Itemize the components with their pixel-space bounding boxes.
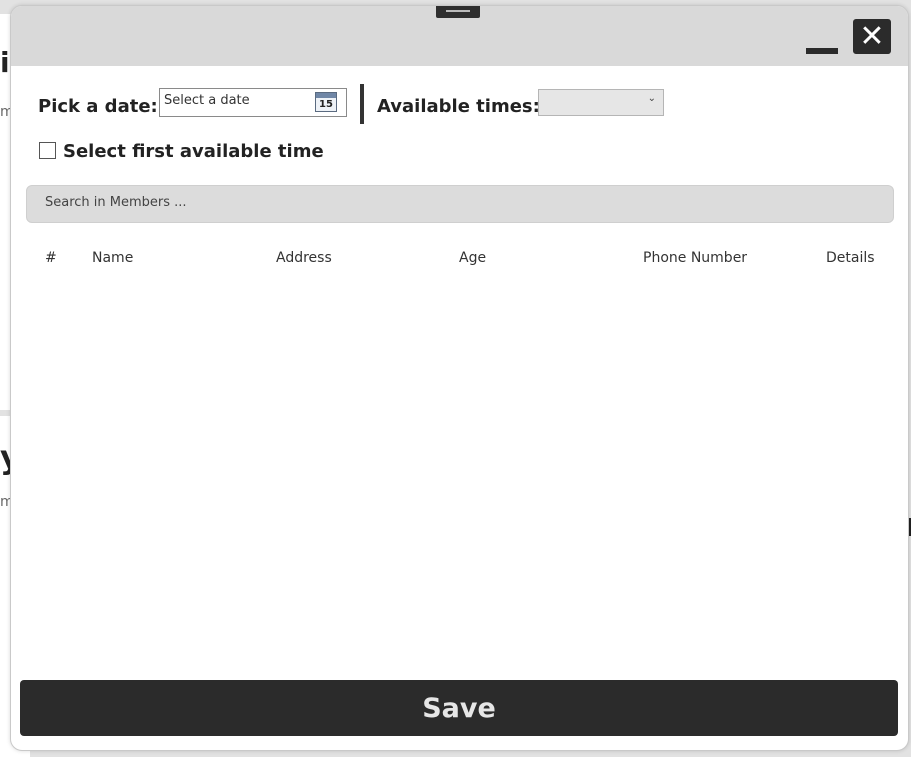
- calendar-icon-day: 15: [319, 99, 333, 110]
- first-available-checkbox[interactable]: [39, 142, 56, 159]
- member-search-input[interactable]: [45, 195, 865, 210]
- column-header-number[interactable]: #: [45, 250, 57, 266]
- date-input[interactable]: [164, 93, 304, 108]
- column-header-address[interactable]: Address: [276, 250, 332, 266]
- column-header-phone-number[interactable]: Phone Number: [643, 250, 747, 266]
- members-table-header: # Name Address Age Phone Number Details: [11, 250, 908, 270]
- minimize-icon: [806, 48, 838, 54]
- column-header-age[interactable]: Age: [459, 250, 486, 266]
- date-picker[interactable]: 15: [159, 88, 347, 117]
- save-button-label: Save: [422, 692, 496, 724]
- column-header-name[interactable]: Name: [92, 250, 133, 266]
- save-button[interactable]: Save: [20, 680, 898, 736]
- dialog-titlebar[interactable]: ✕: [11, 6, 908, 66]
- calendar-icon[interactable]: 15: [315, 92, 337, 112]
- drag-handle[interactable]: [436, 6, 480, 18]
- column-header-details[interactable]: Details: [826, 250, 875, 266]
- vertical-divider: [360, 84, 364, 124]
- available-times-label: Available times:: [377, 96, 540, 117]
- date-time-row: Pick a date: 15 Available times: ⌄: [11, 84, 908, 126]
- background-text-fragment: i: [0, 46, 10, 79]
- chevron-down-icon: ⌄: [647, 93, 656, 104]
- available-times-select[interactable]: ⌄: [538, 89, 664, 116]
- close-button[interactable]: ✕: [853, 19, 891, 54]
- date-label: Pick a date:: [38, 96, 158, 117]
- minimize-button[interactable]: [805, 34, 839, 58]
- appointment-dialog: ✕ Pick a date: 15 Available times: ⌄ Sel…: [10, 5, 909, 751]
- member-search-box[interactable]: [26, 185, 894, 223]
- close-icon: ✕: [859, 18, 885, 54]
- first-available-label[interactable]: Select first available time: [63, 141, 324, 162]
